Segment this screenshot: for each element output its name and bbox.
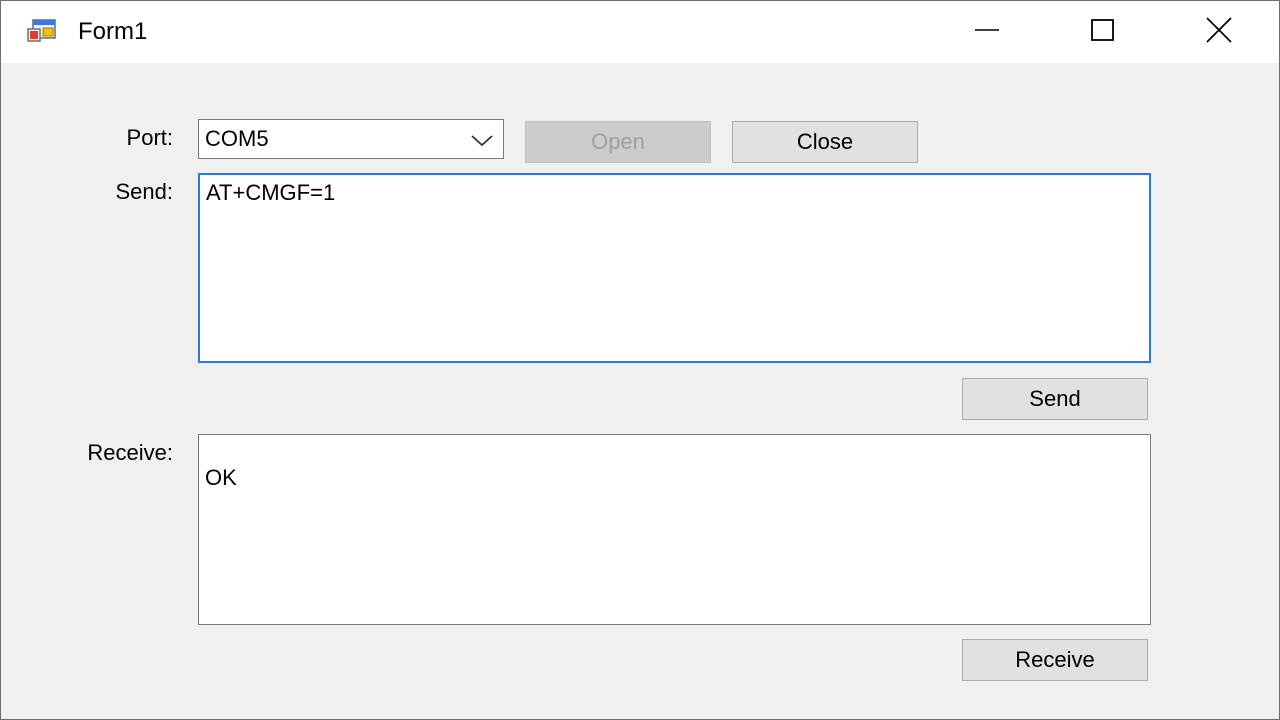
maximize-button[interactable] (1045, 1, 1161, 63)
receive-button[interactable]: Receive (962, 639, 1148, 681)
receive-textbox[interactable]: OK (198, 434, 1151, 625)
send-button[interactable]: Send (962, 378, 1148, 420)
send-textbox[interactable]: AT+CMGF=1 (198, 173, 1151, 363)
receive-label: Receive: (87, 440, 173, 465)
minimize-icon (974, 17, 1000, 48)
minimize-button[interactable] (929, 1, 1045, 63)
send-label: Send: (115, 179, 174, 204)
port-selected-value: COM5 (205, 126, 269, 151)
port-label: Port: (126, 125, 173, 150)
chevron-down-icon[interactable] (469, 130, 495, 150)
window-title: Form1 (78, 18, 148, 45)
port-combobox[interactable]: COM5 (198, 119, 504, 159)
open-button[interactable]: Open (525, 121, 711, 163)
title-bar[interactable]: Form1 (1, 1, 1279, 63)
app-window: Form1 Port: COM5 Open Close Send: AT+CMG… (0, 0, 1280, 720)
maximize-icon (1090, 17, 1116, 48)
close-port-button[interactable]: Close (732, 121, 918, 163)
close-window-button[interactable] (1161, 1, 1277, 63)
close-icon (1205, 16, 1233, 49)
app-form-icon (27, 19, 57, 45)
